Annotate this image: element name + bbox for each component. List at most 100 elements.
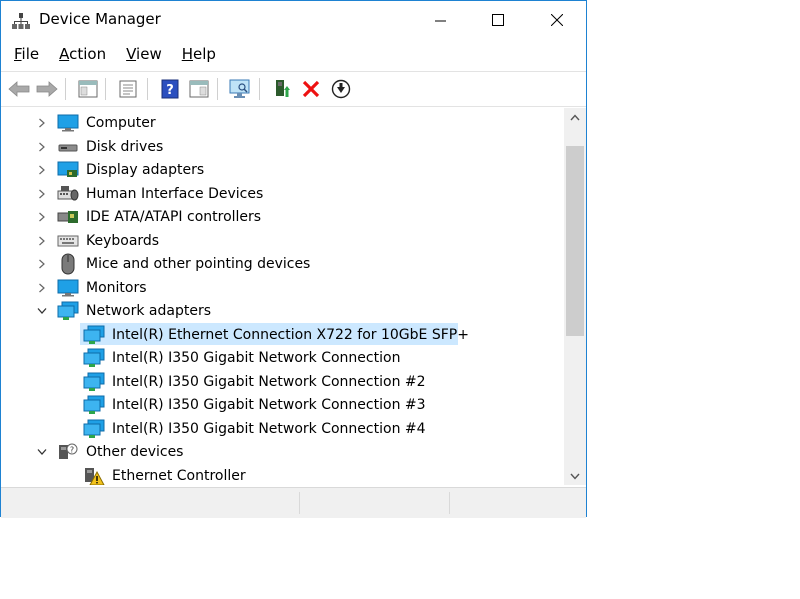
tree-item-mice[interactable]: Mice and other pointing devices: [35, 252, 313, 275]
tree-item-network-adapters[interactable]: Network adapters: [35, 299, 214, 322]
tree-item-network-device[interactable]: Intel(R) I350 Gigabit Network Connection…: [83, 370, 429, 393]
tree-item-label: IDE ATA/ATAPI controllers: [86, 208, 262, 225]
network-adapter-icon: [57, 301, 79, 321]
chevron-right-icon[interactable]: [35, 140, 49, 154]
scroll-thumb[interactable]: [566, 146, 584, 336]
toolbar: ?: [1, 71, 586, 107]
update-driver-icon[interactable]: [271, 77, 295, 101]
toolbar-separator: [147, 78, 148, 100]
tree-item-label: Disk drives: [86, 138, 164, 155]
minimize-button[interactable]: [411, 1, 469, 39]
tree-item-label: Intel(R) Ethernet Connection X722 for 10…: [112, 326, 469, 343]
menu-help[interactable]: Help: [175, 41, 223, 69]
title-bar[interactable]: Device Manager: [1, 1, 586, 39]
vertical-scrollbar[interactable]: [564, 108, 586, 485]
monitor-icon: [57, 278, 79, 298]
computer-icon: [57, 113, 79, 133]
tree-item-label: Intel(R) I350 Gigabit Network Connection: [112, 349, 401, 366]
tree-item-label: Human Interface Devices: [86, 185, 264, 202]
tree-item-label: Intel(R) I350 Gigabit Network Connection…: [112, 420, 426, 437]
status-pane: [299, 492, 450, 514]
forward-icon[interactable]: [35, 77, 59, 101]
tree-item-ide-controllers[interactable]: IDE ATA/ATAPI controllers: [35, 205, 264, 228]
chevron-right-icon[interactable]: [35, 234, 49, 248]
network-adapter-icon: [83, 395, 105, 415]
chevron-right-icon[interactable]: [35, 116, 49, 130]
menu-file-accel: F: [14, 45, 22, 63]
svg-text:?: ?: [166, 83, 174, 98]
network-adapter-icon: [83, 419, 105, 439]
tree-item-label: Network adapters: [86, 302, 211, 319]
menu-help-accel: H: [181, 45, 193, 63]
close-button[interactable]: [528, 1, 586, 39]
network-adapter-icon: [83, 348, 105, 368]
properties-pane-icon[interactable]: [76, 77, 100, 101]
tree-item-disk-drives[interactable]: Disk drives: [35, 135, 166, 158]
console-tree-icon[interactable]: [116, 77, 140, 101]
tree-item-network-device[interactable]: Intel(R) I350 Gigabit Network Connection…: [83, 393, 429, 416]
tree-item-monitors[interactable]: Monitors: [35, 276, 150, 299]
chevron-right-icon[interactable]: [35, 257, 49, 271]
display-adapter-icon: [57, 160, 79, 180]
tree-item-network-device[interactable]: Intel(R) I350 Gigabit Network Connection…: [83, 417, 429, 440]
tree-item-other-devices[interactable]: ? Other devices: [35, 440, 186, 463]
action-pane-icon[interactable]: [187, 77, 211, 101]
device-manager-window: Device Manager File Action View Help ? C…: [0, 0, 587, 518]
tree-item-network-device[interactable]: Intel(R) I350 Gigabit Network Connection: [83, 346, 403, 369]
disable-device-icon[interactable]: [329, 77, 353, 101]
scroll-up-button[interactable]: [564, 108, 586, 126]
toolbar-separator: [259, 78, 260, 100]
menu-action-label: ction: [69, 45, 107, 63]
tree-item-label: Mice and other pointing devices: [86, 255, 311, 272]
menu-action-accel: A: [59, 45, 70, 63]
keyboard-icon: [57, 231, 79, 251]
help-icon[interactable]: ?: [158, 77, 182, 101]
tree-item-label: Intel(R) I350 Gigabit Network Connection…: [112, 396, 426, 413]
chevron-right-icon[interactable]: [35, 163, 49, 177]
tree-item-computer[interactable]: Computer: [35, 111, 159, 134]
back-icon[interactable]: [7, 77, 31, 101]
network-adapter-icon: [83, 372, 105, 392]
other-devices-icon: ?: [57, 442, 79, 462]
tree-item-label: Monitors: [86, 279, 147, 296]
device-tree[interactable]: Computer Disk drives Display adapters Hu…: [5, 108, 563, 485]
tree-item-display-adapters[interactable]: Display adapters: [35, 158, 207, 181]
scan-hardware-icon[interactable]: [228, 77, 252, 101]
toolbar-separator: [217, 78, 218, 100]
tree-item-label: Computer: [86, 114, 156, 131]
chevron-down-icon[interactable]: [35, 445, 49, 459]
menu-help-label: elp: [193, 45, 216, 63]
scroll-down-button[interactable]: [564, 467, 586, 485]
warning-device-icon: [83, 466, 105, 485]
window-title: Device Manager: [39, 10, 161, 28]
tree-item-label: Display adapters: [86, 161, 205, 178]
menu-view-accel: V: [126, 45, 137, 63]
menu-file-label: ile: [21, 45, 40, 63]
status-bar: [1, 487, 586, 518]
tree-item-label: Ethernet Controller: [112, 467, 246, 484]
chevron-down-icon[interactable]: [35, 304, 49, 318]
ide-controller-icon: [57, 207, 79, 227]
status-pane: [449, 492, 587, 514]
menu-bar: File Action View Help: [1, 41, 586, 69]
menu-file[interactable]: File: [7, 41, 46, 69]
menu-view[interactable]: View: [119, 41, 169, 69]
network-adapter-icon: [83, 325, 105, 345]
chevron-right-icon[interactable]: [35, 210, 49, 224]
tree-item-keyboards[interactable]: Keyboards: [35, 229, 162, 252]
hid-icon: [57, 184, 79, 204]
mouse-icon: [57, 253, 79, 274]
chevron-right-icon[interactable]: [35, 187, 49, 201]
menu-view-label: iew: [136, 45, 162, 63]
tree-item-label: Intel(R) I350 Gigabit Network Connection…: [112, 373, 426, 390]
device-manager-app-icon: [12, 12, 30, 30]
svg-text:?: ?: [70, 445, 74, 454]
toolbar-separator: [65, 78, 66, 100]
tree-item-unknown-device[interactable]: Ethernet Controller: [83, 464, 249, 485]
chevron-right-icon[interactable]: [35, 281, 49, 295]
uninstall-icon[interactable]: [299, 77, 323, 101]
menu-action[interactable]: Action: [52, 41, 113, 69]
tree-item-human-interface-devices[interactable]: Human Interface Devices: [35, 182, 266, 205]
tree-item-network-device[interactable]: Intel(R) Ethernet Connection X722 for 10…: [83, 323, 472, 346]
maximize-button[interactable]: [469, 1, 527, 39]
